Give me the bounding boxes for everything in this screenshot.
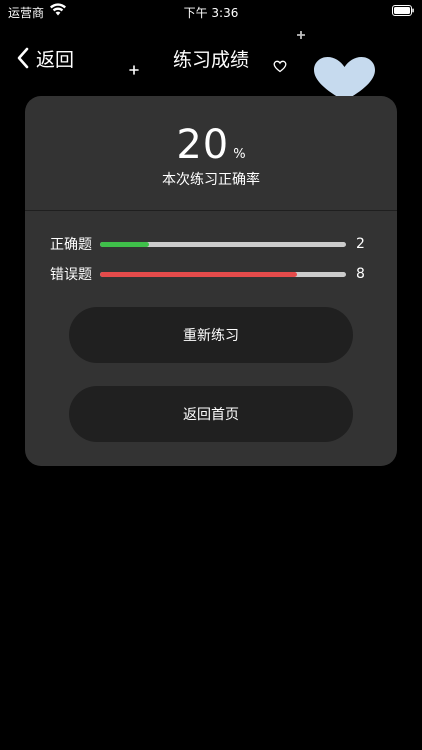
sparkle-plus-icon	[129, 65, 139, 75]
retry-button[interactable]: 重新练习	[69, 307, 353, 363]
wrong-stat-row: 错误题 8	[50, 264, 370, 284]
correct-progress-fill	[100, 241, 150, 247]
accuracy-value: 20	[176, 122, 230, 168]
correct-count: 2	[356, 236, 365, 252]
battery-icon	[392, 5, 414, 16]
correct-stat-row: 正确题 2	[50, 234, 370, 254]
correct-label: 正确题	[50, 237, 92, 253]
result-card: 20% 本次练习正确率 正确题 2 错误题 8 重新练习 返回首页	[25, 96, 397, 466]
status-time: 下午 3:36	[183, 6, 239, 20]
divider	[25, 210, 397, 211]
heart-outline-icon	[273, 60, 287, 73]
heart-icon	[314, 57, 375, 101]
accuracy-caption: 本次练习正确率	[162, 172, 260, 188]
accuracy-unit: %	[233, 147, 246, 162]
status-bar: 运营商 下午 3:36	[0, 0, 422, 22]
wrong-progress-track	[100, 271, 346, 277]
correct-progress-track	[100, 241, 346, 247]
sparkle-plus-icon	[297, 31, 305, 39]
wrong-count: 8	[356, 266, 365, 282]
accuracy-score: 20%	[25, 122, 397, 168]
wrong-progress-fill	[100, 271, 297, 277]
back-home-button[interactable]: 返回首页	[69, 386, 353, 442]
wrong-label: 错误题	[50, 267, 92, 283]
